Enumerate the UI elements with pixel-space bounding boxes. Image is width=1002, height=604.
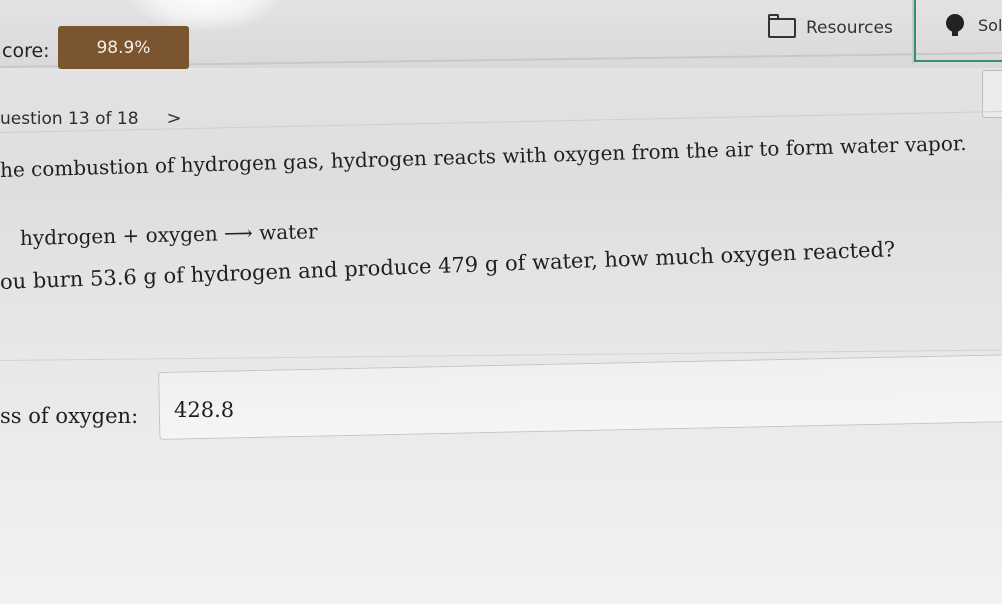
solution-button[interactable]: Sol — [914, 0, 1002, 62]
chevron-right-icon[interactable]: > — [167, 108, 182, 129]
lightbulb-icon — [946, 14, 964, 36]
folder-icon — [768, 14, 796, 38]
score-badge: 98.9% — [58, 26, 189, 69]
oxygen-mass-value[interactable]: 428.8 — [174, 398, 234, 422]
resources-label: Resources — [806, 18, 893, 38]
resources-button[interactable]: Resources — [768, 14, 893, 38]
question-navigation: uestion 13 of 18 > — [0, 108, 182, 129]
oxygen-mass-input[interactable] — [158, 353, 1002, 440]
question-text-intro: he combustion of hydrogen gas, hydrogen … — [0, 131, 967, 182]
answer-label: ss of oxygen: — [0, 404, 139, 428]
question-counter: uestion 13 of 18 — [0, 108, 139, 129]
score-label: core: — [2, 40, 50, 62]
solution-label: Sol — [978, 16, 1002, 35]
reaction-equation: hydrogen + oxygen ⟶ water — [19, 219, 318, 250]
